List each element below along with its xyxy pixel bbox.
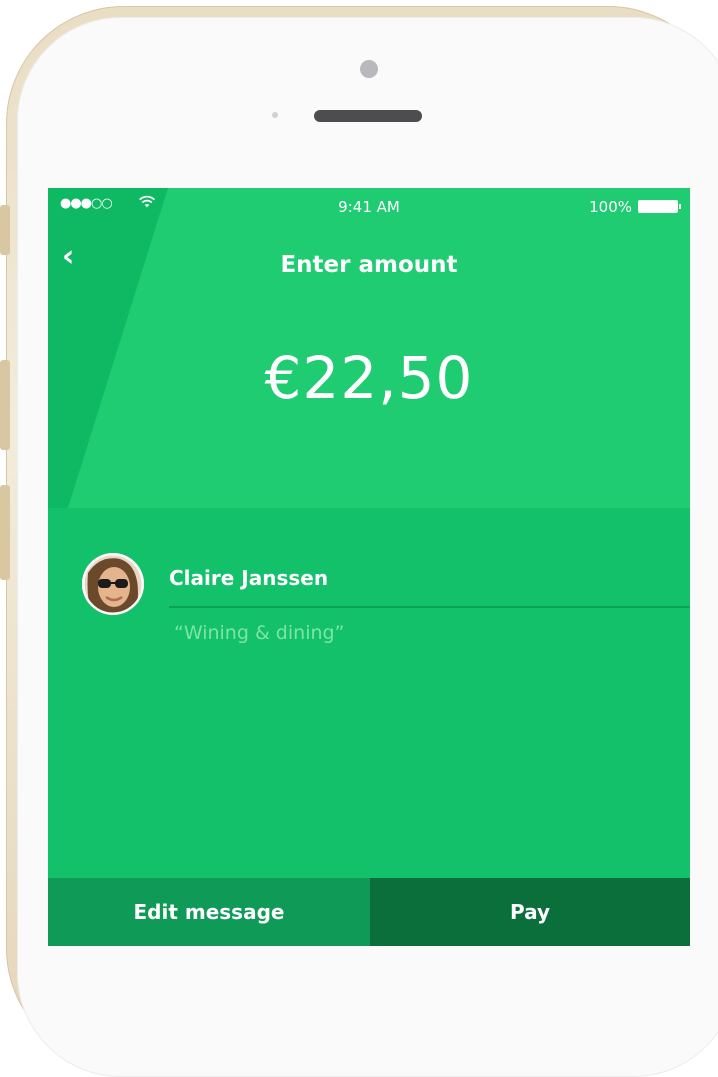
recipient-row: Claire Janssen — [48, 548, 690, 615]
volume-up-button — [0, 360, 10, 450]
recipient-avatar — [82, 553, 144, 615]
battery-percentage: 100% — [589, 198, 632, 216]
pay-button[interactable]: Pay — [370, 878, 690, 946]
edit-message-button[interactable]: Edit message — [48, 878, 370, 946]
recipient-name: Claire Janssen — [169, 566, 329, 590]
earpiece-speaker — [314, 110, 422, 122]
proximity-sensor — [272, 112, 278, 118]
battery-icon — [638, 200, 681, 213]
amount-display: €22,50 — [264, 344, 474, 412]
mute-switch — [0, 205, 10, 255]
page-title: Enter amount — [280, 252, 458, 278]
app-screen: ●●●○○ 9:41 AM 100% ‹ Enter amount €22,50 — [48, 188, 690, 946]
status-bar: ●●●○○ 9:41 AM 100% — [48, 188, 690, 228]
action-bar: Edit message Pay — [48, 878, 690, 946]
volume-down-button — [0, 485, 10, 580]
payment-message[interactable]: “Wining & dining” — [174, 622, 344, 644]
front-camera — [360, 60, 378, 78]
recipient-divider — [169, 606, 690, 608]
